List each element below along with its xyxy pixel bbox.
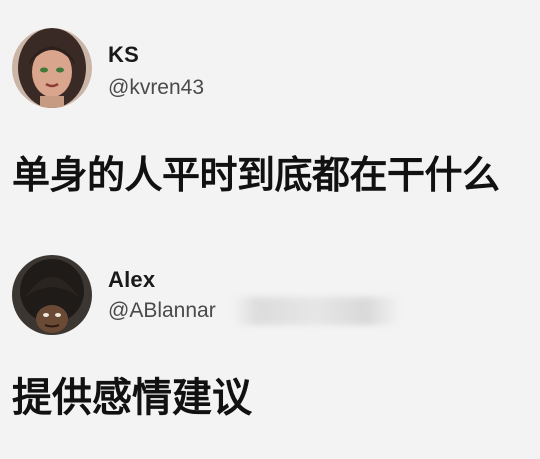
tweet-text: 提供感情建议 — [12, 375, 252, 421]
author-name[interactable]: KS — [108, 42, 139, 68]
redacted-blur — [232, 297, 400, 325]
avatar[interactable] — [12, 28, 92, 108]
avatar-image — [12, 28, 92, 108]
avatar-image — [12, 255, 92, 335]
author-handle[interactable]: @ABlannar — [108, 299, 216, 323]
author-handle[interactable]: @kvren43 — [108, 76, 204, 100]
tweet-text: 单身的人平时到底都在干什么 — [12, 153, 500, 197]
avatar[interactable] — [12, 255, 92, 335]
author-name[interactable]: Alex — [108, 267, 155, 293]
